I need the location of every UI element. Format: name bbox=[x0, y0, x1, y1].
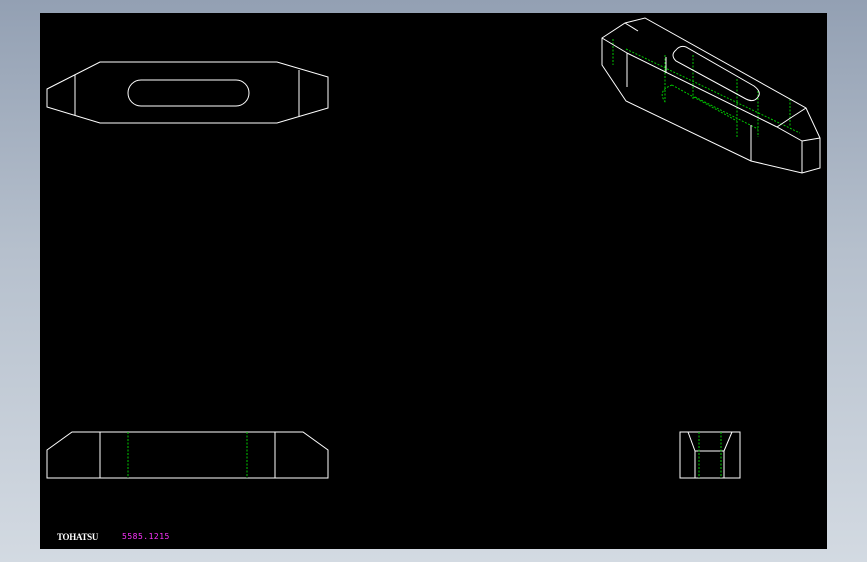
part-number-label: 5585.1215 bbox=[122, 532, 170, 541]
cad-drawing bbox=[46, 17, 821, 479]
front-view bbox=[46, 431, 329, 479]
iso-outline bbox=[601, 17, 821, 174]
side-view-outline bbox=[679, 431, 741, 479]
front-view-outline bbox=[46, 431, 329, 479]
top-view-slot bbox=[127, 79, 250, 107]
top-view bbox=[46, 61, 329, 124]
side-view bbox=[679, 431, 741, 479]
brand-label: TOHATSU bbox=[57, 532, 99, 542]
drawing-viewport[interactable]: TOHATSU 5585.1215 bbox=[40, 13, 827, 549]
top-view-outline bbox=[46, 61, 329, 124]
isometric-view bbox=[601, 17, 821, 174]
